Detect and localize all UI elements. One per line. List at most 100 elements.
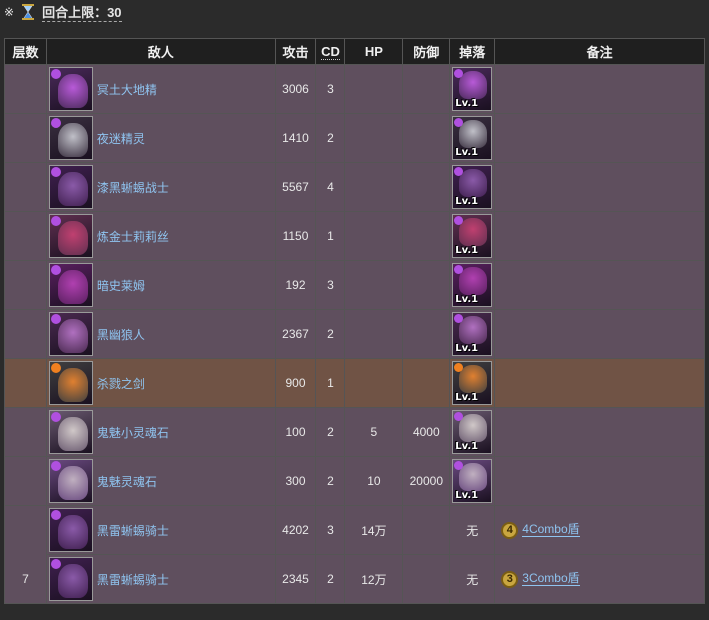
enemy-cell: 暗史莱姆 bbox=[45, 260, 276, 310]
note-cell: 4 4Combo盾 bbox=[494, 505, 705, 555]
enemy-name-link[interactable]: 炼金士莉莉丝 bbox=[97, 228, 169, 245]
table-row: 炼金士莉莉丝 1150 1 Lv.1 bbox=[4, 211, 705, 261]
soul-stone-drop-icon[interactable]: Lv.1 bbox=[452, 459, 493, 503]
note-cell bbox=[494, 260, 705, 310]
night-elf-icon bbox=[48, 116, 93, 160]
attack-cell: 4202 bbox=[274, 505, 317, 555]
table-row: 冥土大地精 3006 3 Lv.1 bbox=[4, 64, 705, 114]
hp-cell: 14万 bbox=[344, 505, 404, 555]
layer-cell bbox=[4, 456, 47, 506]
col-attack: 攻击 bbox=[274, 38, 317, 65]
enemy-name-link[interactable]: 鬼魅小灵魂石 bbox=[97, 424, 169, 441]
monster-figure bbox=[57, 172, 88, 206]
enemy-name-link[interactable]: 杀戮之剑 bbox=[97, 375, 145, 392]
monster-figure bbox=[57, 74, 88, 108]
layer-cell: 7 bbox=[4, 505, 47, 604]
drop-cell: Lv.1 bbox=[449, 64, 496, 114]
monster-figure bbox=[57, 564, 88, 598]
attribute-orb-icon bbox=[50, 69, 61, 79]
drop-cell: Lv.1 bbox=[449, 162, 496, 212]
table-row: 鬼魅小灵魂石 100 2 5 4000 Lv.1 bbox=[4, 407, 705, 457]
drop-cell: 无 bbox=[449, 505, 496, 555]
small-soul-stone-icon bbox=[48, 410, 93, 454]
hp-cell bbox=[344, 113, 404, 163]
dark-lizard-warrior-drop-icon[interactable]: Lv.1 bbox=[452, 165, 493, 209]
layer-cell bbox=[4, 407, 47, 457]
enemy-cell: 夜迷精灵 bbox=[45, 113, 276, 163]
hp-cell bbox=[344, 64, 404, 114]
attribute-orb-icon bbox=[50, 559, 61, 569]
enemy-name-link[interactable]: 夜迷精灵 bbox=[97, 130, 145, 147]
dark-werewolf-drop-icon[interactable]: Lv.1 bbox=[452, 312, 493, 356]
night-elf-drop-icon[interactable]: Lv.1 bbox=[452, 116, 493, 160]
enemy-name-link[interactable]: 冥土大地精 bbox=[97, 81, 157, 98]
hourglass-icon bbox=[20, 3, 36, 21]
small-soul-stone-drop-icon[interactable]: Lv.1 bbox=[452, 410, 493, 454]
attack-cell: 900 bbox=[274, 358, 317, 408]
reference-mark: ※ bbox=[4, 5, 15, 19]
enemy-wrap: 漆黑蜥蜴战士 bbox=[47, 165, 275, 209]
note-cell bbox=[494, 358, 705, 408]
cd-cell: 1 bbox=[315, 211, 346, 261]
monster-figure bbox=[459, 169, 488, 197]
monster-figure bbox=[459, 267, 488, 295]
monster-figure bbox=[57, 319, 88, 353]
attribute-orb-icon bbox=[50, 314, 61, 324]
slaughter-sword-drop-icon[interactable]: Lv.1 bbox=[452, 361, 493, 405]
table-row: 夜迷精灵 1410 2 Lv.1 bbox=[4, 113, 705, 163]
cd-cell: 2 bbox=[315, 113, 346, 163]
attack-cell: 2367 bbox=[274, 309, 317, 359]
attribute-orb-icon bbox=[50, 363, 61, 373]
dark-slime-icon bbox=[48, 263, 93, 307]
attack-cell: 192 bbox=[274, 260, 317, 310]
enemy-name-link[interactable]: 鬼魅灵魂石 bbox=[97, 473, 157, 490]
attribute-orb-icon bbox=[50, 461, 61, 471]
stage-table: 层数 敌人 攻击 CD HP 防御 掉落 备注 冥土大地精 3006 3 Lv.1 夜迷… bbox=[4, 38, 705, 604]
combo-shield-link[interactable]: 3Combo盾 bbox=[522, 572, 580, 586]
turn-limit: 回合上限：30 bbox=[42, 2, 122, 22]
hp-cell bbox=[344, 162, 404, 212]
layer-cell bbox=[4, 358, 47, 408]
alchemist-lilith-drop-icon[interactable]: Lv.1 bbox=[452, 214, 493, 258]
dark-goblin-drop-icon[interactable]: Lv.1 bbox=[452, 67, 493, 111]
hp-cell bbox=[344, 260, 404, 310]
defense-cell bbox=[402, 554, 451, 604]
enemy-cell: 黑雷蜥蜴骑士 bbox=[45, 505, 276, 555]
enemy-name-link[interactable]: 黑雷蜥蜴骑士 bbox=[97, 522, 169, 539]
enemy-wrap: 冥土大地精 bbox=[47, 67, 275, 111]
enemy-name-link[interactable]: 暗史莱姆 bbox=[97, 277, 145, 294]
defense-cell bbox=[402, 162, 451, 212]
enemy-wrap: 暗史莱姆 bbox=[47, 263, 275, 307]
attribute-orb-icon bbox=[50, 167, 61, 177]
col-layer: 层数 bbox=[4, 38, 47, 65]
note-cell bbox=[494, 456, 705, 506]
enemy-name-link[interactable]: 漆黑蜥蜴战士 bbox=[97, 179, 169, 196]
layer-cell bbox=[4, 113, 47, 163]
defense-cell: 20000 bbox=[402, 456, 451, 506]
hp-cell: 10 bbox=[344, 456, 404, 506]
hp-cell: 5 bbox=[344, 407, 404, 457]
attack-cell: 5567 bbox=[274, 162, 317, 212]
note-cell bbox=[494, 113, 705, 163]
hp-cell bbox=[344, 309, 404, 359]
defense-cell bbox=[402, 211, 451, 261]
monster-figure bbox=[459, 463, 488, 491]
table-row: 鬼魅灵魂石 300 2 10 20000 Lv.1 bbox=[4, 456, 705, 506]
defense-cell bbox=[402, 113, 451, 163]
table-row: 黑幽狼人 2367 2 Lv.1 bbox=[4, 309, 705, 359]
drop-cell: Lv.1 bbox=[449, 407, 496, 457]
combo-count-icon: 4 bbox=[501, 521, 519, 539]
cd-cell: 1 bbox=[315, 358, 346, 408]
monster-figure bbox=[459, 365, 488, 393]
dark-slime-drop-icon[interactable]: Lv.1 bbox=[452, 263, 493, 307]
defense-cell: 4000 bbox=[402, 407, 451, 457]
attribute-orb-icon bbox=[50, 412, 61, 422]
attribute-orb-icon bbox=[50, 510, 61, 520]
enemy-name-link[interactable]: 黑幽狼人 bbox=[97, 326, 145, 343]
enemy-name-link[interactable]: 黑雷蜥蜴骑士 bbox=[97, 571, 169, 588]
combo-shield-link[interactable]: 4Combo盾 bbox=[522, 523, 580, 537]
monster-figure bbox=[57, 466, 88, 500]
header-row: 层数 敌人 攻击 CD HP 防御 掉落 备注 bbox=[4, 38, 705, 65]
drop-cell: 无 bbox=[449, 554, 496, 604]
defense-cell bbox=[402, 505, 451, 555]
